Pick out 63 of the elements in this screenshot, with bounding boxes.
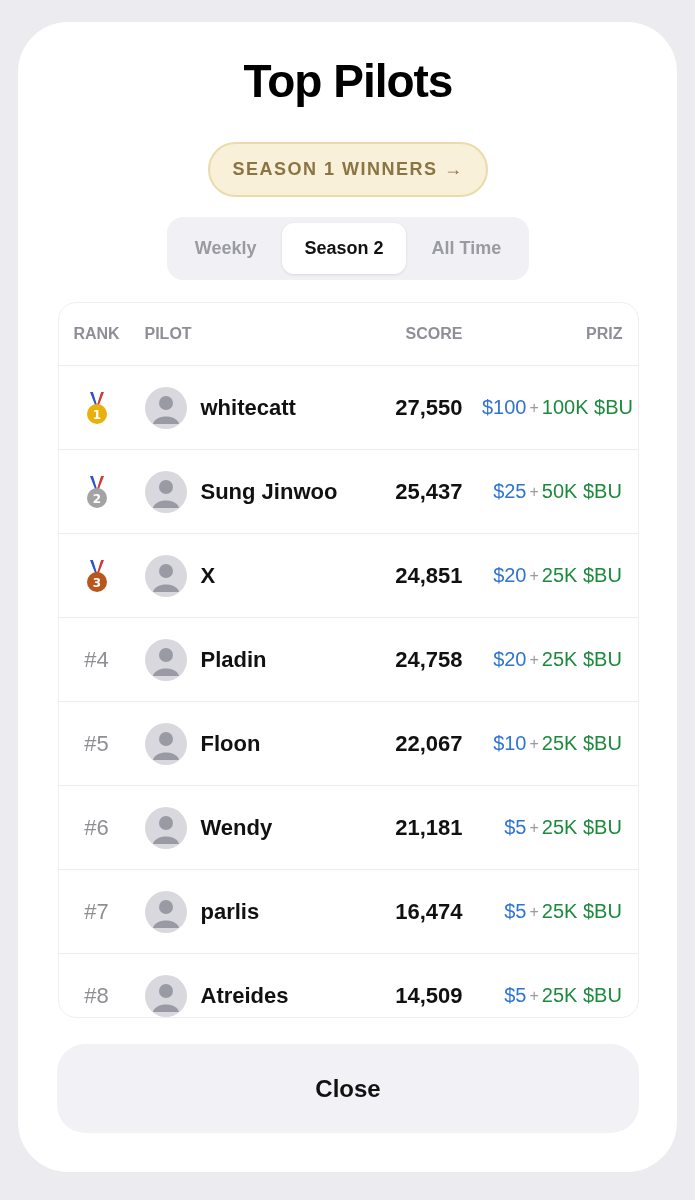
prize-usd: $5: [503, 900, 527, 923]
prize-token: 25K $BU: [541, 732, 622, 755]
prize-usd: $5: [503, 816, 527, 839]
plus-sign: +: [529, 482, 539, 501]
column-header: PRIZ: [585, 325, 623, 343]
avatar: [144, 974, 187, 1017]
pilot-name: Pladin: [200, 646, 267, 673]
tab[interactable]: Season 2: [282, 223, 406, 274]
plus-sign: +: [529, 734, 539, 753]
avatar: [144, 470, 187, 513]
pilot-name: Wendy: [200, 814, 273, 841]
pilot-name: Floon: [200, 730, 261, 757]
plus-sign: +: [529, 986, 539, 1005]
plus-sign: +: [529, 566, 539, 585]
score-value: 24,758: [394, 646, 463, 673]
plus-sign: +: [529, 398, 539, 417]
rank-number: #6: [84, 814, 109, 841]
prize-token: 25K $BU: [541, 648, 622, 671]
avatar: [144, 890, 187, 933]
score-value: 21,181: [394, 814, 463, 841]
prize-token: 25K $BU: [541, 564, 622, 587]
prize-usd: $10: [492, 732, 527, 755]
score-value: 27,550: [394, 394, 463, 421]
prize-usd: $20: [492, 648, 527, 671]
pilot-name: X: [200, 562, 216, 589]
score-value: 24,851: [394, 562, 463, 589]
plus-sign: +: [529, 902, 539, 921]
rank-number: #8: [84, 982, 109, 1009]
column-header: RANK: [72, 325, 121, 343]
prize-token: 50K $BU: [541, 480, 622, 503]
avatar: [144, 722, 187, 765]
pilot-name: Sung Jinwoo: [200, 478, 338, 505]
plus-sign: +: [529, 650, 539, 669]
prize-usd: $5: [503, 984, 527, 1007]
avatar: [144, 554, 187, 597]
pilot-name: parlis: [200, 898, 260, 925]
avatar: [144, 806, 187, 849]
score-value: 16,474: [394, 898, 463, 925]
score-value: 22,067: [394, 730, 463, 757]
avatar: [144, 638, 187, 681]
modal-title: Top Pilots: [243, 54, 453, 108]
prize-token: 25K $BU: [541, 900, 622, 923]
prize-token: 25K $BU: [541, 984, 622, 1007]
avatar: [144, 386, 187, 429]
rank-number: #4: [84, 646, 109, 673]
tab[interactable]: Weekly: [172, 223, 279, 274]
prize-usd: $20: [492, 564, 527, 587]
rank-number: #5: [84, 730, 109, 757]
pilot-name: whitecatt: [200, 394, 296, 421]
column-header: SCORE: [404, 325, 463, 343]
tab[interactable]: All Time: [409, 223, 524, 274]
column-header: PILOT: [143, 325, 193, 343]
plus-sign: +: [529, 818, 539, 837]
prize-usd: $100: [481, 396, 527, 419]
pilot-name: Atreides: [200, 982, 289, 1009]
prize-token: 25K $BU: [541, 816, 622, 839]
season-winners-button[interactable]: SEASON 1 WINNERS →: [208, 142, 488, 197]
score-value: 25,437: [394, 478, 463, 505]
close-button[interactable]: Close: [57, 1044, 639, 1133]
prize-usd: $25: [492, 480, 527, 503]
rank-number: #7: [84, 898, 109, 925]
score-value: 14,509: [394, 982, 463, 1009]
prize-token: 100K $BU: [541, 396, 633, 419]
